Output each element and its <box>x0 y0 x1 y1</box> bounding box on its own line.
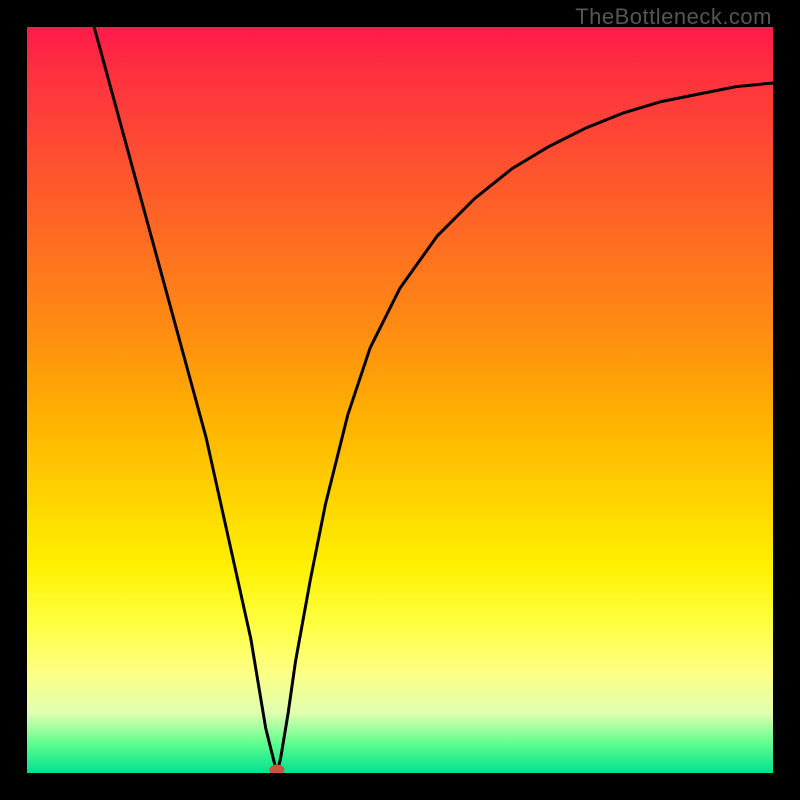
chart-frame: TheBottleneck.com <box>0 0 800 800</box>
watermark-text: TheBottleneck.com <box>575 4 772 30</box>
plot-gradient-background <box>27 27 773 773</box>
